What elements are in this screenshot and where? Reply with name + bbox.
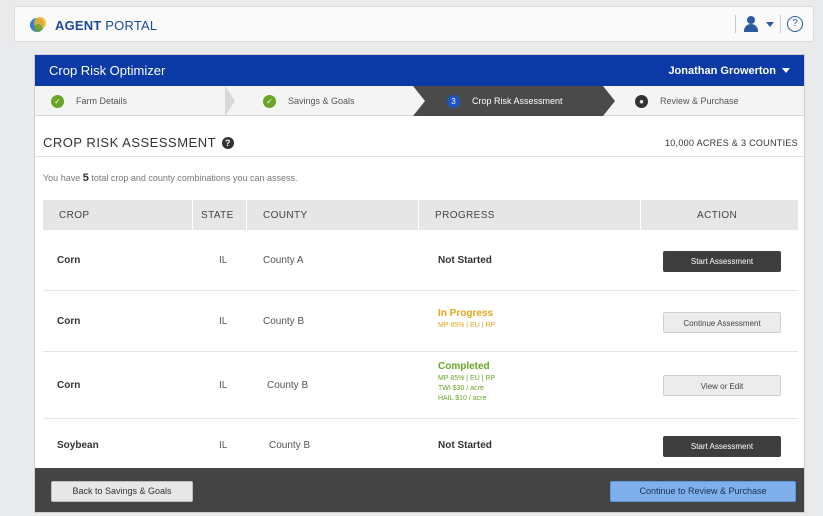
user-icon[interactable]	[742, 15, 760, 33]
crop-cell: Corn	[57, 255, 81, 266]
step-number: 3	[447, 94, 460, 108]
state-cell: IL	[219, 316, 228, 327]
portal-logo-icon	[30, 17, 46, 32]
column-header-state: STATE	[201, 210, 234, 221]
progress-cell: In Progress MP 85% | EU | RP	[438, 308, 495, 329]
progress-status: Not Started	[438, 440, 492, 451]
section-title: CROP RISK ASSESSMENT ?	[43, 135, 235, 150]
divider	[192, 200, 193, 230]
column-header-crop: CROP	[59, 210, 90, 221]
county-cell: County B	[263, 316, 305, 327]
continue-assessment-button[interactable]: Continue Assessment	[663, 312, 781, 333]
step-label: Savings & Goals	[288, 96, 355, 106]
divider	[246, 200, 247, 230]
circle-icon: ●	[635, 94, 648, 108]
chevron-down-icon[interactable]	[766, 21, 774, 27]
step-separator	[225, 86, 235, 116]
chevron-down-icon	[782, 68, 790, 73]
section-header: CROP RISK ASSESSMENT ? 10,000 ACRES & 3 …	[43, 135, 798, 150]
acres-summary: 10,000 ACRES & 3 COUNTIES	[664, 137, 798, 148]
divider	[418, 200, 419, 230]
start-assessment-button[interactable]: Start Assessment	[663, 436, 781, 457]
county-cell: County B	[267, 380, 309, 391]
help-icon[interactable]: ?	[222, 136, 235, 149]
state-cell: IL	[219, 440, 228, 451]
divider	[780, 15, 781, 33]
help-icon[interactable]: ?	[787, 16, 803, 32]
step-separator	[603, 86, 615, 116]
app-title: Crop Risk Optimizer	[49, 63, 166, 78]
progress-detail: HAIL $10 / acre	[438, 395, 487, 402]
view-or-edit-button[interactable]: View or Edit	[663, 375, 781, 396]
progress-status: Completed	[438, 361, 490, 372]
table-row: Soybean IL County B Not Started Start As…	[43, 420, 798, 468]
step-savings-goals[interactable]: ✓ Savings & Goals	[245, 86, 415, 116]
step-label: Review & Purchase	[660, 96, 739, 106]
check-icon: ✓	[51, 94, 64, 108]
state-cell: IL	[219, 255, 228, 266]
back-button[interactable]: Back to Savings & Goals	[51, 481, 193, 502]
progress-status: Not Started	[438, 255, 492, 266]
footer-bar: Back to Savings & Goals Continue to Revi…	[35, 468, 804, 512]
column-header-progress: PROGRESS	[435, 210, 495, 221]
state-cell: IL	[219, 380, 228, 391]
user-menu[interactable]: Jonathan Growerton	[668, 65, 790, 77]
divider	[35, 156, 804, 157]
divider	[735, 15, 736, 33]
step-review-purchase[interactable]: ● Review & Purchase	[625, 86, 804, 116]
crop-risk-optimizer-panel: Crop Risk Optimizer Jonathan Growerton ✓…	[34, 54, 805, 513]
crop-cell: Corn	[57, 316, 81, 327]
step-separator	[413, 86, 425, 116]
portal-name: AGENT PORTAL	[55, 18, 158, 33]
table-row: Corn IL County B In Progress MP 85% | EU…	[43, 292, 798, 352]
column-header-action: ACTION	[697, 210, 738, 221]
progress-cell: Completed MP 85% | EU | RP TWI $30 / acr…	[438, 361, 495, 404]
progress-detail: MP 85% | EU | RP	[438, 322, 496, 329]
portal-top-bar: AGENT PORTAL ?	[14, 6, 814, 42]
table-row: Corn IL County A Not Started Start Asses…	[43, 231, 798, 291]
divider	[640, 200, 641, 230]
app-header: Crop Risk Optimizer Jonathan Growerton	[35, 55, 804, 86]
start-assessment-button[interactable]: Start Assessment	[663, 251, 781, 272]
step-farm-details[interactable]: ✓ Farm Details	[35, 86, 225, 116]
progress-detail: TWI $30 / acre	[438, 385, 484, 392]
crop-cell: Soybean	[57, 440, 99, 451]
county-cell: County A	[263, 255, 304, 266]
check-icon: ✓	[263, 94, 276, 108]
crop-cell: Corn	[57, 380, 81, 391]
intro-text: You have 5 total crop and county combina…	[43, 172, 298, 184]
table-row: Corn IL County B Completed MP 85% | EU |…	[43, 353, 798, 419]
column-header-county: COUNTY	[263, 210, 308, 221]
user-name: Jonathan Growerton	[668, 64, 776, 77]
step-label: Farm Details	[76, 96, 128, 106]
table-header: CROP STATE COUNTY PROGRESS ACTION	[43, 200, 798, 230]
wizard-steps: ✓ Farm Details ✓ Savings & Goals 3 Crop …	[35, 86, 804, 116]
county-cell: County B	[269, 440, 311, 451]
progress-status: In Progress	[438, 308, 494, 319]
progress-detail: MP 85% | EU | RP	[438, 375, 496, 382]
step-crop-risk-assessment[interactable]: 3 Crop Risk Assessment	[413, 86, 603, 116]
step-label: Crop Risk Assessment	[472, 96, 563, 106]
continue-button[interactable]: Continue to Review & Purchase	[610, 481, 796, 502]
